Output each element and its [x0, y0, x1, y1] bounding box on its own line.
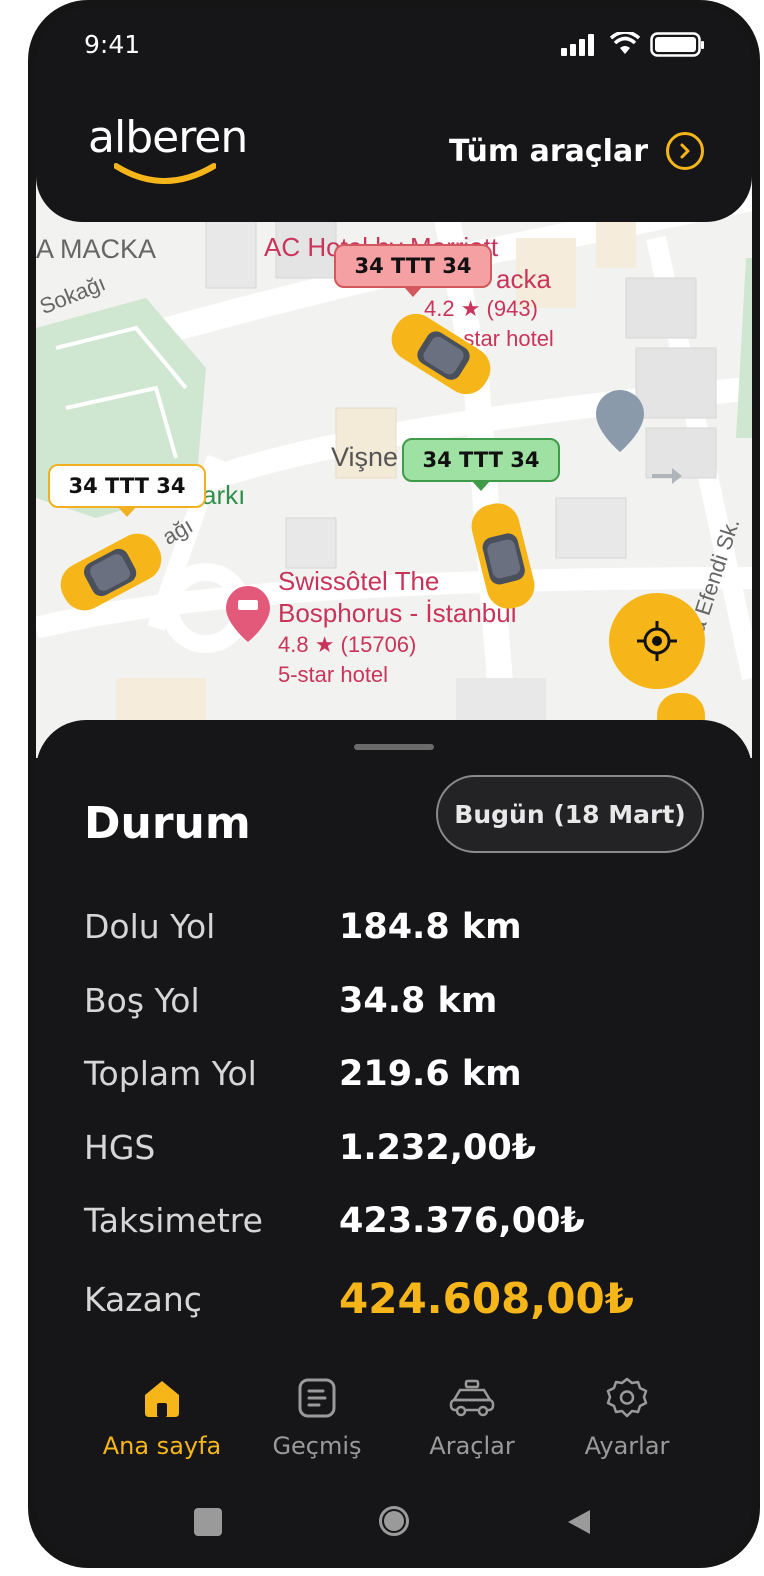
stat-value: 219.6 km: [339, 1054, 522, 1094]
map-label-sw-type: 5-star hotel: [278, 662, 389, 687]
nav-item-history[interactable]: Geçmiş: [237, 1370, 397, 1460]
vehicle-plate-red[interactable]: 34 TTT 34: [334, 244, 492, 297]
stat-value: 184.8 km: [339, 907, 522, 947]
logo-smile-icon: [114, 163, 216, 184]
chevron-right-icon: [666, 132, 704, 170]
map-label-swissotel-1: Swissôtel The: [278, 566, 440, 596]
nav-label: Araçlar: [429, 1432, 515, 1460]
stat-row-kazanc: Kazanç 424.608,00₺: [84, 1274, 704, 1340]
home-icon: [82, 1370, 242, 1426]
vehicle-plate-green[interactable]: 34 TTT 34: [402, 438, 560, 491]
nav-item-home[interactable]: Ana sayfa: [82, 1370, 242, 1460]
stat-row-hgs: HGS 1.232,00₺: [84, 1128, 704, 1188]
phone-frame: A MACKA AC Hotel by Marriott acka 4.2 ★ …: [28, 0, 760, 1568]
map-label-swissotel-2: Bosphorus - İstanbul: [278, 598, 517, 628]
stat-row-bos-yol: Boş Yol 34.8 km: [84, 981, 704, 1041]
nav-label: Geçmiş: [272, 1432, 362, 1460]
drag-handle[interactable]: [354, 744, 434, 750]
bottom-nav: Ana sayfa Geçmiş Araçlar Ayarlar: [36, 1370, 752, 1480]
stat-label: Kazanç: [84, 1280, 202, 1319]
map-label-parki: arkı: [202, 480, 246, 510]
stat-value: 1.232,00₺: [339, 1128, 537, 1168]
stat-value-earnings: 424.608,00₺: [339, 1274, 634, 1323]
status-panel: Durum Bugün (18 Mart) Dolu Yol 184.8 km …: [36, 720, 752, 1560]
vehicle-plate-white[interactable]: 34 TTT 34: [48, 464, 206, 517]
gear-icon: [547, 1370, 707, 1426]
locate-me-button[interactable]: [609, 593, 705, 689]
signal-icon: [561, 34, 594, 56]
history-icon: [237, 1370, 397, 1426]
map-label-sw-rating: 4.8 ★ (15706): [278, 632, 417, 657]
wifi-icon: [610, 32, 640, 54]
status-time: 9:41: [84, 30, 141, 59]
stat-row-dolu-yol: Dolu Yol 184.8 km: [84, 907, 704, 967]
back-icon[interactable]: [566, 1508, 592, 1536]
screen: A MACKA AC Hotel by Marriott acka 4.2 ★ …: [36, 8, 752, 1560]
home-circle-icon[interactable]: [379, 1506, 409, 1536]
stat-label: Taksimetre: [84, 1201, 263, 1240]
date-filter-button[interactable]: Bugün (18 Mart): [436, 775, 704, 853]
recent-apps-icon[interactable]: [194, 1508, 222, 1536]
map-label-ac-rating: 4.2 ★ (943): [424, 296, 538, 321]
stat-label: Boş Yol: [84, 981, 200, 1020]
stat-row-taksimetre: Taksimetre 423.376,00₺: [84, 1201, 704, 1261]
stat-label: Dolu Yol: [84, 907, 216, 946]
map-label-visne: Vişne: [331, 442, 399, 472]
all-vehicles-button[interactable]: Tüm araçlar: [449, 132, 704, 170]
nav-item-vehicles[interactable]: Araçlar: [392, 1370, 552, 1460]
panel-title: Durum: [84, 798, 251, 849]
battery-icon: [650, 32, 704, 57]
nav-item-settings[interactable]: Ayarlar: [547, 1370, 707, 1460]
stat-value: 423.376,00₺: [339, 1201, 585, 1241]
crosshair-icon: [637, 621, 677, 661]
stat-label: HGS: [84, 1128, 156, 1167]
stat-label: Toplam Yol: [84, 1054, 257, 1093]
nav-label: Ana sayfa: [102, 1432, 222, 1460]
app-header: 9:41 alberen Tüm araçlar: [36, 8, 752, 222]
app-logo: alberen: [88, 112, 248, 163]
nav-label: Ayarlar: [584, 1432, 670, 1460]
stat-row-toplam-yol: Toplam Yol 219.6 km: [84, 1054, 704, 1114]
map-label-macka-2: acka: [496, 264, 551, 294]
car-icon: [392, 1370, 552, 1426]
all-vehicles-label: Tüm araçlar: [448, 133, 648, 169]
stat-value: 34.8 km: [339, 981, 498, 1021]
system-nav-bar: [36, 1492, 752, 1552]
map-label-macka: A MACKA: [36, 234, 157, 264]
